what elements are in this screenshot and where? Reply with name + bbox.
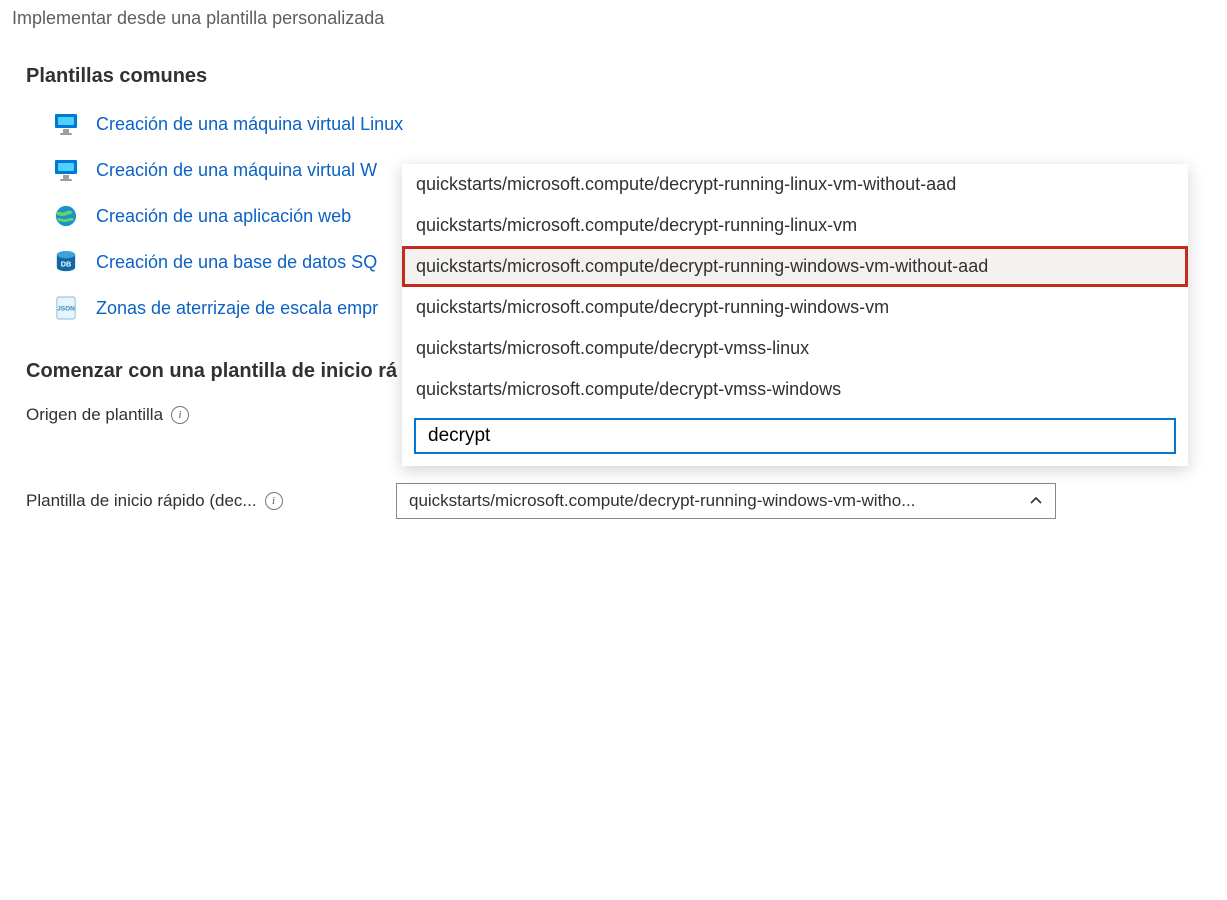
common-templates-heading: Plantillas comunes bbox=[26, 65, 1227, 88]
combobox-selected-value: quickstarts/microsoft.compute/decrypt-ru… bbox=[409, 491, 915, 511]
json-file-icon: JSON bbox=[54, 296, 78, 320]
template-link-label[interactable]: Creación de una aplicación web bbox=[96, 206, 351, 227]
vm-icon bbox=[54, 112, 78, 136]
dropdown-option[interactable]: quickstarts/microsoft.compute/decrypt-vm… bbox=[402, 328, 1188, 369]
info-icon[interactable] bbox=[265, 492, 283, 510]
field-quickstart-template: Plantilla de inicio rápido (dec... quick… bbox=[26, 483, 1227, 519]
page-title: Implementar desde una plantilla personal… bbox=[12, 8, 1227, 29]
dropdown-option-highlighted[interactable]: quickstarts/microsoft.compute/decrypt-ru… bbox=[402, 246, 1188, 287]
template-link-label[interactable]: Creación de una base de datos SQ bbox=[96, 252, 377, 273]
globe-icon bbox=[54, 204, 78, 228]
dropdown-option[interactable]: quickstarts/microsoft.compute/decrypt-vm… bbox=[402, 369, 1188, 410]
template-item-linux-vm[interactable]: Creación de una máquina virtual Linux bbox=[54, 112, 1227, 136]
template-label: Plantilla de inicio rápido (dec... bbox=[26, 491, 257, 511]
dropdown-search-input[interactable] bbox=[414, 418, 1176, 454]
dropdown-option[interactable]: quickstarts/microsoft.compute/decrypt-ru… bbox=[402, 287, 1188, 328]
template-link-label[interactable]: Zonas de aterrizaje de escala empr bbox=[96, 298, 378, 319]
quickstart-template-combobox[interactable]: quickstarts/microsoft.compute/decrypt-ru… bbox=[396, 483, 1056, 519]
template-link-label[interactable]: Creación de una máquina virtual Linux bbox=[96, 114, 403, 135]
dropdown-option[interactable]: quickstarts/microsoft.compute/decrypt-ru… bbox=[402, 205, 1188, 246]
dropdown-option[interactable]: quickstarts/microsoft.compute/decrypt-ru… bbox=[402, 164, 1188, 205]
svg-text:JSON: JSON bbox=[57, 306, 75, 313]
chevron-up-icon bbox=[1029, 494, 1043, 508]
svg-text:DB: DB bbox=[61, 260, 72, 269]
quickstart-dropdown: quickstarts/microsoft.compute/decrypt-ru… bbox=[402, 164, 1188, 466]
source-label: Origen de plantilla bbox=[26, 405, 163, 425]
database-icon: DB bbox=[54, 250, 78, 274]
info-icon[interactable] bbox=[171, 406, 189, 424]
vm-icon bbox=[54, 158, 78, 182]
template-link-label[interactable]: Creación de una máquina virtual W bbox=[96, 160, 377, 181]
